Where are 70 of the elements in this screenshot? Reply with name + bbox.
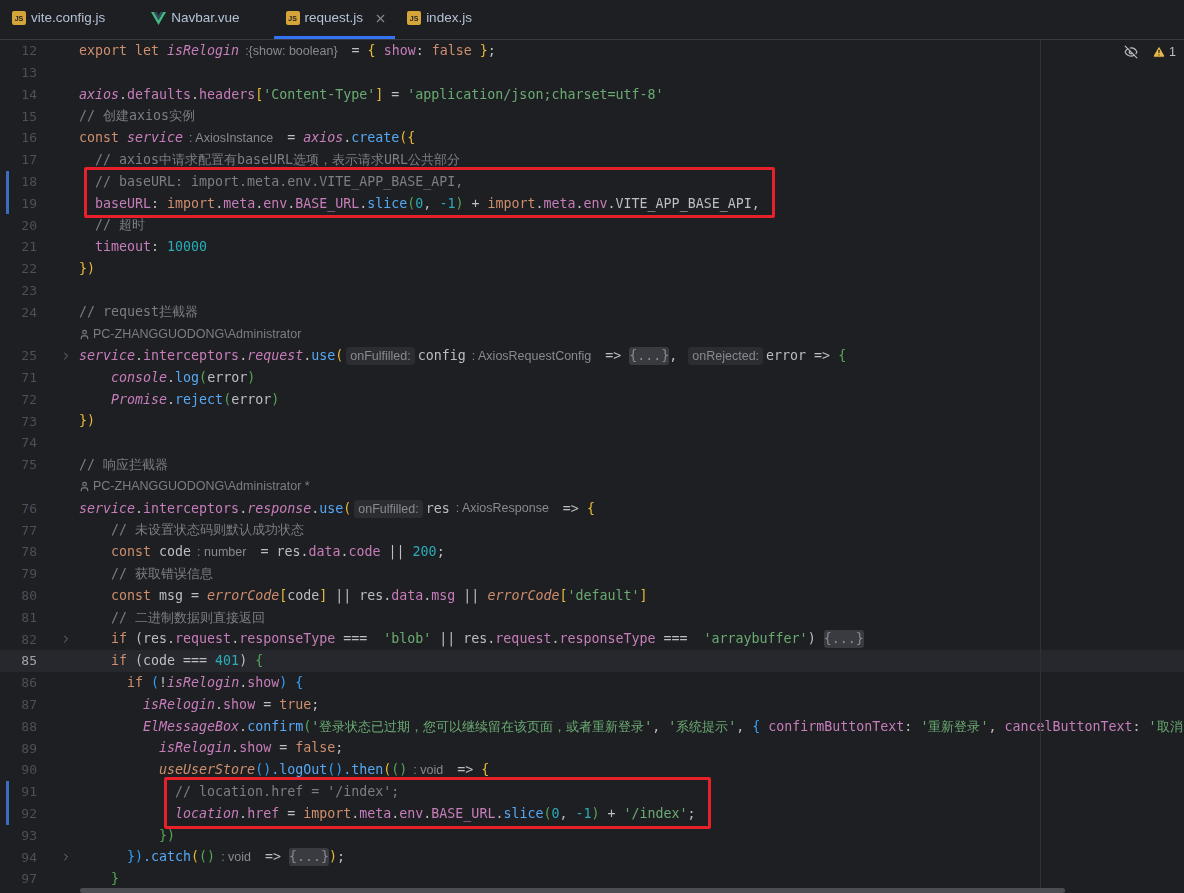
code-text: if (code === 401) { [110, 652, 264, 671]
code-text: ); [329, 848, 346, 867]
code-text: export let isRelogin [79, 41, 240, 60]
folded-code[interactable]: {...} [629, 347, 670, 366]
code-text: // location.href = '/index'; [174, 783, 400, 801]
type-hint: : number [197, 543, 247, 561]
code-text: // request拦截器 [79, 303, 199, 322]
type-hint: : AxiosResponse [455, 500, 549, 518]
author-hint[interactable]: PC-ZHANGGUODONG\Administrator [79, 324, 302, 344]
code-text: , [669, 347, 679, 366]
code-text: axios.defaults.headers['Content-Type'] = 'application/json;charset=utf-8' [79, 85, 664, 104]
code-text: // 未设置状态码则默认成功状态 [110, 521, 305, 540]
code-text: => [604, 347, 623, 366]
horizontal-scrollbar[interactable] [80, 888, 1065, 893]
code-text: ElMessageBox.confirm('登录状态已过期，您可以继续留在该页面，或者重新登录', '系统提示', { confirmButtonText: '重新登录', cancelButtonText: '取消 [142, 717, 1183, 736]
code-text: // 获取错误信息 [110, 565, 214, 584]
hidden-eye-icon[interactable] [1124, 45, 1139, 60]
person-icon [79, 328, 90, 340]
code-text: isRelogin.show = false; [158, 739, 344, 758]
code-text: isRelogin.show = true; [142, 695, 320, 714]
code-text: }) [158, 826, 176, 845]
code-text: => [264, 848, 283, 867]
code-text: if (res.request.responseType === 'blob' || res.request.responseType === 'arraybuffer') [110, 630, 817, 649]
code-text: // 创建axios实例 [79, 107, 196, 126]
code-text: }) [79, 412, 95, 431]
type-hint: : void [413, 761, 444, 779]
code-text: }) [79, 259, 95, 278]
vue-logo-icon [151, 11, 167, 25]
folded-code[interactable]: {...} [823, 630, 864, 649]
code-text: location.href = import.meta.env.BASE_URL.slice(0, -1) + '/index'; [174, 804, 696, 824]
code-text: const service [79, 129, 184, 148]
code-text: timeout: 10000 [94, 238, 208, 257]
warning-icon[interactable] [1152, 45, 1167, 60]
code-text: res [425, 499, 450, 518]
code-text: } [110, 870, 120, 889]
person-icon [79, 481, 90, 493]
parameter-hint: onFulfilled: [354, 499, 423, 518]
author-hint[interactable]: PC-ZHANGGUODONG\Administrator * [79, 477, 310, 497]
type-hint: : AxiosRequestConfig [471, 347, 592, 365]
code-text: if (!isRelogin.show) { [126, 674, 304, 693]
code-text: => { [561, 499, 595, 518]
code-text: }).catch(() [126, 848, 216, 867]
code-text: const msg = errorCode[code] || res.data.msg || errorCode['default'] [110, 586, 648, 606]
code-text: = { show: false }; [350, 41, 496, 60]
type-hint: :{show: boolean} [245, 42, 338, 60]
parameter-hint: onRejected: [688, 347, 764, 366]
editor-tab[interactable]: Navbar.vue [139, 0, 274, 39]
code-text: service.interceptors.response.use( [79, 499, 352, 518]
code-text: => { [456, 761, 490, 780]
code-text: const code [110, 543, 192, 562]
code-text: = res.data.code || 200; [259, 543, 445, 562]
parameter-hint: onFulfilled: [346, 347, 415, 366]
code-text: // axios中请求配置有baseURL选项，表示请求URL公共部分 [94, 150, 461, 169]
code-text: // 响应拦截器 [79, 456, 169, 475]
code-text: error => { [766, 347, 847, 366]
code-text: Promise.reject(error) [110, 390, 280, 409]
code-text: = axios.create({ [286, 129, 416, 148]
folded-code[interactable]: {...} [289, 848, 330, 867]
code-text: console.log(error) [110, 368, 256, 387]
line-number: 85 [20, 652, 37, 671]
type-hint: : AxiosInstance [189, 129, 274, 147]
code-text: // baseURL: import.meta.env.VITE_APP_BASE_API, [94, 172, 464, 192]
warning-count: 1 [1169, 44, 1176, 61]
type-hint: : void [221, 849, 251, 866]
code-text: config [417, 347, 466, 366]
code-text: // 超时 [94, 216, 146, 235]
code-text: service.interceptors.request.use( [79, 347, 344, 366]
code-text: baseURL: import.meta.env.BASE_URL.slice(0, -1) + import.meta.env.VITE_APP_BASE_API, [94, 194, 760, 214]
code-text: useUserStore().logOut().then(() [158, 761, 408, 780]
code-text: // 二进制数据则直接返回 [110, 608, 266, 627]
